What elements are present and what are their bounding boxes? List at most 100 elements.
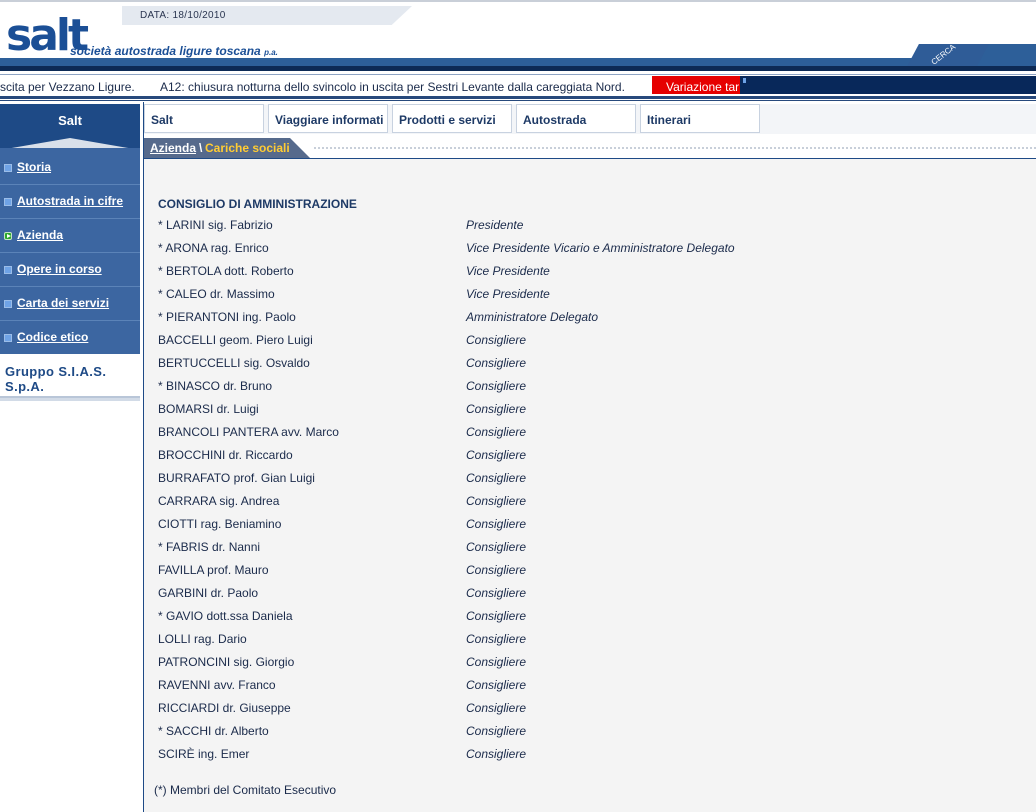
divider-thin: [0, 100, 1036, 101]
bullet-icon: [4, 198, 12, 206]
member-row: FAVILLA prof. Mauro Consigliere: [144, 560, 1036, 582]
member-name: * ARONA rag. Enrico: [158, 241, 269, 255]
member-row: CIOTTI rag. Beniamino Consigliere: [144, 514, 1036, 536]
sidebar-bottom-line: [0, 398, 140, 401]
member-role: Consigliere: [466, 333, 527, 347]
sidebar-item-autostrada-in-cifre[interactable]: Autostrada in cifre: [0, 186, 140, 220]
sidebar-item-opere-in-corso[interactable]: Opere in corso: [0, 254, 140, 288]
tab-viaggiare-informati[interactable]: Viaggiare informati: [268, 104, 388, 133]
breadcrumb: Azienda \ Cariche sociali: [144, 138, 1036, 158]
tab-salt[interactable]: Salt: [144, 104, 264, 133]
menu-divider: [0, 218, 140, 219]
member-name: RICCIARDI dr. Giuseppe: [158, 701, 291, 715]
member-role: Consigliere: [466, 356, 527, 370]
tab-label: Salt: [151, 113, 174, 127]
tab-prodotti-e-servizi[interactable]: Prodotti e servizi: [392, 104, 512, 133]
member-row: BRANCOLI PANTERA avv. Marco Consigliere: [144, 422, 1036, 444]
member-role: Consigliere: [466, 701, 527, 715]
member-name: BRANCOLI PANTERA avv. Marco: [158, 425, 339, 439]
member-row: RICCIARDI dr. Giuseppe Consigliere: [144, 698, 1036, 720]
member-role: Consigliere: [466, 494, 527, 508]
member-row: BOMARSI dr. Luigi Consigliere: [144, 399, 1036, 421]
member-name: * CALEO dr. Massimo: [158, 287, 275, 301]
member-row: BURRAFATO prof. Gian Luigi Consigliere: [144, 468, 1036, 490]
menu-divider: [0, 184, 140, 185]
sidebar-item-label[interactable]: Storia: [17, 160, 51, 174]
tab-label: Prodotti e servizi: [399, 113, 496, 127]
sidebar-item-label[interactable]: Azienda: [17, 228, 63, 242]
sidebar: Salt Storia Autostrada in cifre Azienda …: [0, 102, 140, 812]
search-label: CERCA: [929, 42, 958, 67]
date-box: DATA: 18/10/2010: [122, 6, 412, 25]
bullet-icon: [4, 266, 12, 274]
group-label: Gruppo S.I.A.S. S.p.A.: [5, 364, 107, 394]
member-role: Amministratore Delegato: [466, 310, 599, 324]
tab-label: Itinerari: [647, 113, 692, 127]
member-role: Consigliere: [466, 609, 527, 623]
member-row: GARBINI dr. Paolo Consigliere: [144, 583, 1036, 605]
member-row: BROCCHINI dr. Riccardo Consigliere: [144, 445, 1036, 467]
sidebar-title-text: Salt: [58, 113, 82, 128]
member-row: PATRONCINI sig. Giorgio Consigliere: [144, 652, 1036, 674]
member-row: * PIERANTONI ing. Paolo Amministratore De…: [144, 307, 1036, 329]
ticker-message-2: A12: chiusura notturna dello svincolo in…: [160, 80, 625, 94]
menu-divider: [0, 252, 140, 253]
member-role: Presidente: [466, 218, 524, 232]
member-role: Vice Presidente: [466, 287, 550, 301]
breadcrumb-current: Cariche sociali: [205, 141, 290, 155]
sidebar-item-carta-dei-servizi[interactable]: Carta dei servizi: [0, 288, 140, 322]
sidebar-item-label[interactable]: Opere in corso: [17, 262, 102, 276]
member-role: Vice Presidente Vicario e Amministratore…: [466, 241, 735, 255]
member-role: Consigliere: [466, 632, 527, 646]
divider-thick: [0, 96, 1036, 99]
breadcrumb-dotted-line: [314, 147, 1036, 150]
breadcrumb-separator: \: [199, 141, 203, 155]
member-row: BACCELLI geom. Piero Luigi Consigliere: [144, 330, 1036, 352]
footnote: (*) Membri del Comitato Esecutivo: [154, 783, 337, 797]
menu-divider: [0, 286, 140, 287]
page-title: CONSIGLIO DI AMMINISTRAZIONE: [158, 197, 357, 211]
sidebar-item-codice-etico[interactable]: Codice etico: [0, 322, 140, 356]
member-row: RAVENNI avv. Franco Consigliere: [144, 675, 1036, 697]
logo-suffix: p.a.: [264, 48, 278, 57]
sidebar-item-label[interactable]: Codice etico: [17, 330, 88, 344]
member-row: * BERTOLA dott. Roberto Vice Presidente: [144, 261, 1036, 283]
member-name: CIOTTI rag. Beniamino: [158, 517, 282, 531]
member-name: PATRONCINI sig. Giorgio: [158, 655, 295, 669]
member-name: * LARINI sig. Fabrizio: [158, 218, 273, 232]
group-link[interactable]: Gruppo S.I.A.S. S.p.A.: [0, 354, 140, 398]
member-row: * BINASCO dr. Bruno Consigliere: [144, 376, 1036, 398]
date-label: DATA: 18/10/2010: [140, 10, 226, 21]
member-name: * BINASCO dr. Bruno: [158, 379, 273, 393]
breadcrumb-parent-link[interactable]: Azienda: [150, 141, 196, 155]
sidebar-item-label[interactable]: Autostrada in cifre: [17, 194, 123, 208]
member-name: * PIERANTONI ing. Paolo: [158, 310, 296, 324]
member-row: * FABRIS dr. Nanni Consigliere: [144, 537, 1036, 559]
tab-autostrada[interactable]: Autostrada: [516, 104, 636, 133]
top-nav: Salt Viaggiare informati Prodotti e serv…: [144, 104, 1036, 134]
tab-itinerari[interactable]: Itinerari: [640, 104, 760, 133]
ticker-alert[interactable]: Variazione tar: [652, 76, 740, 94]
member-role: Consigliere: [466, 540, 527, 554]
ticker-message-1: scita per Vezzano Ligure.: [0, 80, 135, 94]
member-name: BACCELLI geom. Piero Luigi: [158, 333, 313, 347]
breadcrumb-tab: Azienda \ Cariche sociali: [144, 138, 310, 158]
member-name: BROCCHINI dr. Riccardo: [158, 448, 293, 462]
member-name: BOMARSI dr. Luigi: [158, 402, 259, 416]
member-row: * GAVIO dott.ssa Daniela Consigliere: [144, 606, 1036, 628]
member-name: BURRAFATO prof. Gian Luigi: [158, 471, 315, 485]
member-name: * FABRIS dr. Nanni: [158, 540, 261, 554]
member-row: * SACCHI dr. Alberto Consigliere: [144, 721, 1036, 743]
header-strip: [0, 66, 1036, 71]
member-row: * LARINI sig. Fabrizio Presidente: [144, 215, 1036, 237]
member-name: * BERTOLA dott. Roberto: [158, 264, 294, 278]
sidebar-item-label[interactable]: Carta dei servizi: [17, 296, 109, 310]
bullet-icon: [4, 300, 12, 308]
member-name: * GAVIO dott.ssa Daniela: [158, 609, 293, 623]
sidebar-item-storia[interactable]: Storia: [0, 152, 140, 186]
sidebar-item-azienda[interactable]: Azienda: [0, 220, 140, 254]
ticker-end-block: [740, 76, 1036, 94]
member-row: BERTUCCELLI sig. Osvaldo Consigliere: [144, 353, 1036, 375]
active-arrow-icon: [4, 232, 12, 240]
ticker-alert-text: Variazione tar: [666, 80, 740, 94]
